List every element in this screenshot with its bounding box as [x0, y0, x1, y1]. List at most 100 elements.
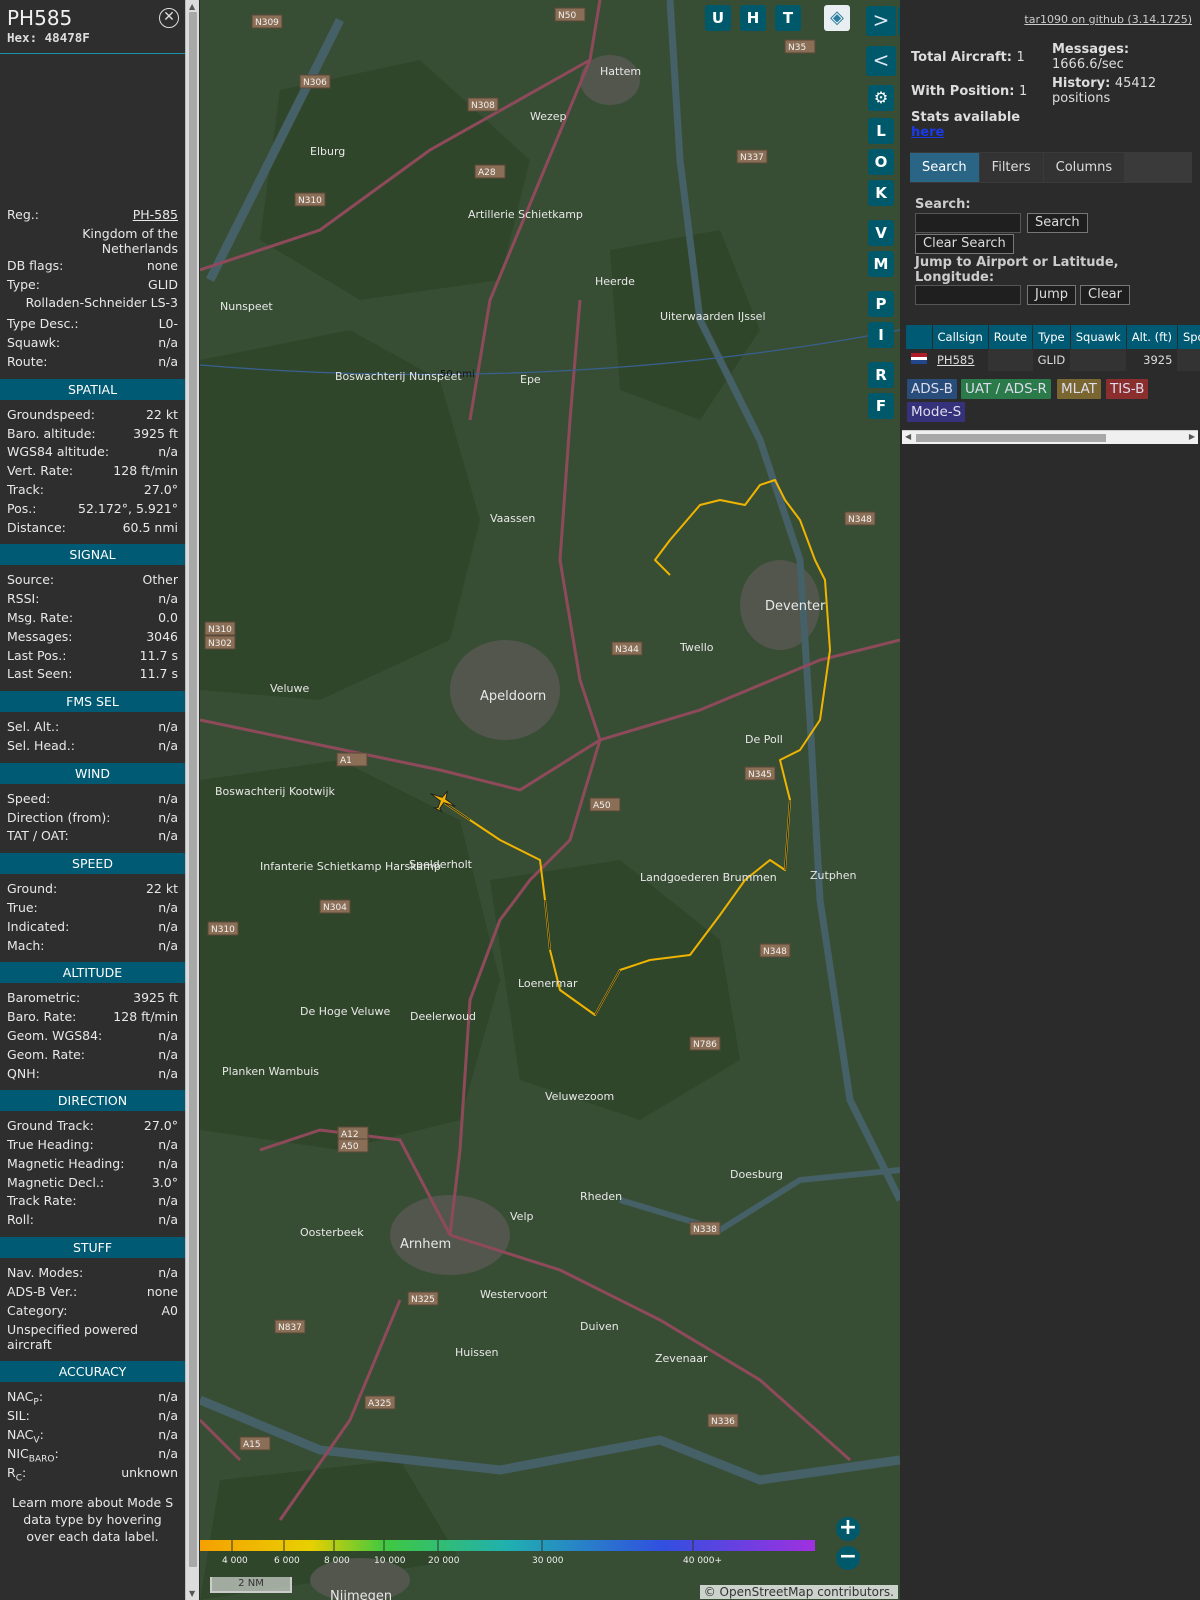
github-link[interactable]: tar1090 on github (3.14.1725) — [1024, 13, 1192, 26]
stats-here-link[interactable]: here — [911, 125, 944, 140]
speed-row: Mach: n/a — [0, 937, 185, 956]
scrollbar-thumb[interactable] — [189, 12, 197, 1567]
map-view[interactable]: Hattem Wezep Elburg Heerde Nunspeet Epe Vaasse… — [200, 0, 900, 1600]
map-button-h[interactable]: H — [740, 5, 766, 31]
altitude-rows: Barometric: 3925 ft Baro. Rate: 128 ft/min G… — [0, 989, 185, 1083]
source-tisb[interactable]: TIS-B — [1106, 379, 1149, 399]
col-callsign[interactable]: Callsign — [932, 325, 989, 349]
source-uat[interactable]: UAT / ADS-R — [961, 379, 1051, 399]
map-button-k[interactable]: K — [868, 180, 894, 206]
source-mlat[interactable]: MLAT — [1057, 379, 1101, 399]
fms-row-label: Sel. Alt.: — [7, 719, 60, 735]
section-stuff: STUFF — [0, 1237, 185, 1259]
map-button-v[interactable]: V — [868, 220, 894, 246]
map-button-i[interactable]: I — [868, 322, 894, 348]
info-row-sil: SIL: n/a — [0, 1407, 185, 1426]
place-label: Oosterbeek — [300, 1226, 364, 1239]
map-canvas[interactable]: Hattem Wezep Elburg Heerde Nunspeet Epe Vaasse… — [200, 0, 900, 1600]
map-button-p[interactable]: P — [868, 291, 894, 317]
clear-jump-button[interactable]: Clear — [1080, 285, 1130, 305]
map-button-r[interactable]: R — [868, 362, 894, 388]
tab-search[interactable]: Search — [910, 153, 979, 182]
collapse-panel-arrow-icon[interactable]: < — [866, 46, 896, 76]
altitude-row-value: n/a — [158, 1046, 178, 1062]
road-shield: N304 — [319, 899, 351, 914]
tab-columns[interactable]: Columns — [1043, 153, 1125, 182]
hscroll-thumb[interactable] — [916, 434, 1106, 442]
col-route[interactable]: Route — [988, 325, 1034, 349]
col-type[interactable]: Type — [1032, 325, 1071, 349]
nacp-value: n/a — [158, 1389, 178, 1405]
scroll-left-arrow-icon[interactable]: ◀ — [905, 432, 911, 441]
reg-link[interactable]: PH-585 — [133, 206, 178, 225]
map-button-o[interactable]: O — [868, 149, 894, 175]
info-row-nacv: NACV: n/a — [0, 1426, 185, 1446]
altitude-row: Barometric: 3925 ft — [0, 989, 185, 1008]
map-dim-overlay — [200, 0, 900, 1600]
signal-row-value: 3046 — [146, 628, 178, 644]
scroll-right-arrow-icon[interactable]: ▶ — [1189, 432, 1195, 441]
section-spatial: SPATIAL — [0, 378, 185, 400]
spatial-row: Groundspeed: 22 kt — [0, 406, 185, 425]
zoom-out-icon[interactable]: − — [836, 1546, 860, 1570]
spatial-row: WGS84 altitude: n/a — [0, 443, 185, 462]
info-row-reg: Reg.: PH-585 — [0, 206, 185, 225]
source-modes[interactable]: Mode-S — [907, 402, 966, 422]
road-shield: A50 — [337, 1138, 369, 1153]
panel-scrollbar[interactable]: ▲ ▼ — [185, 0, 199, 1600]
place-label: Uiterwaarden IJssel — [660, 310, 766, 323]
table-horizontal-scrollbar[interactable]: ◀ ▶ — [902, 430, 1198, 444]
road-shield: N786 — [689, 1036, 721, 1051]
road-shield-label: N304 — [323, 903, 347, 913]
road-shield-label: N348 — [763, 947, 787, 957]
col-squawk[interactable]: Squawk — [1070, 325, 1127, 349]
map-button-t[interactable]: T — [775, 5, 801, 31]
withpos-label: With Position: — [911, 84, 1015, 99]
fms-row: Sel. Head.: n/a — [0, 737, 185, 756]
map-button-m[interactable]: M — [868, 251, 894, 277]
range-ring-label: 50 nmi — [440, 369, 475, 380]
spatial-row: Pos.: 52.172°, 5.921° — [0, 500, 185, 519]
expand-panel-arrow-icon[interactable]: > — [866, 6, 896, 36]
settings-gear-icon[interactable]: ⚙ — [868, 85, 894, 111]
country: Kingdom of the Netherlands — [82, 225, 178, 256]
signal-row-label: Msg. Rate: — [7, 609, 74, 625]
col-spd[interactable]: Spd. — [1177, 325, 1200, 349]
col-alt[interactable]: Alt. (ft) — [1126, 325, 1178, 349]
road-shield-label: A1 — [340, 756, 352, 766]
navmodes-label: Nav. Modes: — [7, 1265, 84, 1281]
row-callsign[interactable]: PH585 — [932, 349, 988, 371]
learn-more-text: Learn more about Mode S data type by hov… — [11, 1495, 174, 1545]
scroll-down-arrow-icon[interactable]: ▼ — [189, 1589, 195, 1598]
place-label: Loenermar — [518, 977, 578, 990]
close-icon[interactable]: ✕ — [159, 8, 179, 28]
map-attribution[interactable]: © OpenStreetMap contributors. — [699, 1585, 898, 1599]
spatial-row: Baro. altitude: 3925 ft — [0, 425, 185, 444]
speed-row-label: Ground: — [7, 881, 58, 897]
spatial-row-value: n/a — [158, 444, 178, 460]
search-button[interactable]: Search — [1027, 213, 1088, 233]
table-row[interactable]: PH585 GLID 3925 — [906, 349, 1200, 371]
tab-filters[interactable]: Filters — [979, 153, 1043, 182]
jump-input[interactable] — [915, 285, 1021, 305]
tar1090-page: PH585 Hex: 48478F ✕ Reg.: PH-585 Kingdom … — [0, 0, 1200, 1600]
signal-row: RSSI: n/a — [0, 590, 185, 609]
place-label: Twello — [679, 641, 714, 654]
history-stat: History: 45412 positions — [1052, 76, 1172, 106]
jump-button[interactable]: Jump — [1027, 285, 1076, 305]
map-button-f[interactable]: F — [868, 393, 894, 419]
source-adsb[interactable]: ADS-B — [907, 379, 957, 399]
altitude-row-value: n/a — [158, 1027, 178, 1043]
map-button-l[interactable]: L — [868, 118, 894, 144]
zoom-in-icon[interactable]: + — [836, 1517, 860, 1541]
map-button-u[interactable]: U — [705, 5, 731, 31]
layers-icon[interactable]: ◈ — [824, 5, 850, 31]
scroll-up-arrow-icon[interactable]: ▲ — [189, 2, 195, 11]
section-signal: SIGNAL — [0, 544, 185, 566]
place-label: Artillerie Schietkamp — [468, 208, 583, 221]
nicbaro-main: NIC — [7, 1445, 29, 1461]
rc-label: RC: — [7, 1464, 27, 1484]
messages-label: Messages: — [1052, 42, 1130, 57]
clear-search-button[interactable]: Clear Search — [915, 234, 1014, 254]
search-input[interactable] — [915, 213, 1021, 233]
